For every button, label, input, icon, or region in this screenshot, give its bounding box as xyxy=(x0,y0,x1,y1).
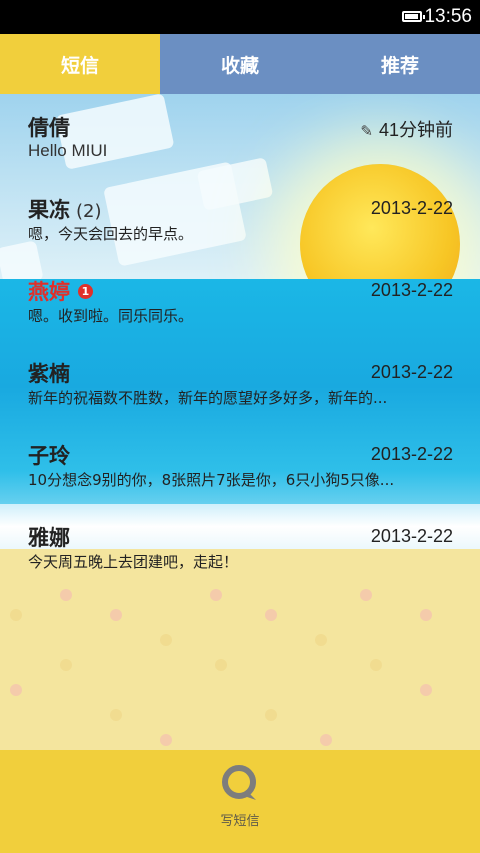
conversation-row[interactable]: 紫楠 2013-2-22 新年的祝福数不胜数，新年的愿望好多好多，新年的... xyxy=(0,340,480,422)
message-preview: 今天周五晚上去团建吧，走起！ xyxy=(28,553,239,571)
conversation-row[interactable]: 果冻 (2) 2013-2-22 嗯，今天会回去的早点。 xyxy=(0,176,480,258)
message-time: 2013-2-22 xyxy=(370,526,453,546)
message-preview: 嗯。收到啦。同乐同乐。 xyxy=(28,307,194,325)
conversation-row[interactable]: 倩倩 ✎ 41分钟前 Hello MIUI xyxy=(0,94,480,176)
speech-bubble-icon xyxy=(222,765,256,800)
compose-message-button[interactable]: 写短信 xyxy=(200,760,280,846)
bottom-bar: 写短信 xyxy=(0,750,480,853)
message-preview: Hello MIUI xyxy=(28,141,108,160)
conversation-row[interactable]: 燕婷 1 2013-2-22 嗯。收到啦。同乐同乐。 xyxy=(0,258,480,340)
message-preview: 嗯，今天会回去的早点。 xyxy=(28,225,194,243)
contact-name-text: 果冻 xyxy=(28,198,70,222)
time-label: 41分钟前 xyxy=(378,120,453,140)
message-time: 2013-2-22 xyxy=(370,280,453,300)
message-time: 2013-2-22 xyxy=(370,444,453,464)
message-time: ✎ 41分钟前 xyxy=(360,116,453,142)
tab-bar: 短信 收藏 推荐 xyxy=(0,34,480,94)
message-list: 倩倩 ✎ 41分钟前 Hello MIUI 果冻 (2) 2013-2-22 嗯，今… xyxy=(0,94,480,586)
unread-badge: 1 xyxy=(78,284,93,299)
conversation-row[interactable]: 雅娜 2013-2-22 今天周五晚上去团建吧，走起！ xyxy=(0,504,480,586)
contact-name: 子玲 xyxy=(28,444,70,468)
message-preview: 新年的祝福数不胜数，新年的愿望好多好多，新年的... xyxy=(28,389,388,407)
compose-label: 写短信 xyxy=(220,814,260,829)
contact-name-text: 燕婷 xyxy=(28,280,70,304)
message-time: 2013-2-22 xyxy=(370,362,453,382)
contact-name: 果冻 (2) xyxy=(28,194,102,224)
message-time: 2013-2-22 xyxy=(370,198,453,218)
pencil-icon: ✎ xyxy=(360,123,373,140)
message-preview: 10分想念9别的你，8张照片7张是你，6只小狗5只像... xyxy=(28,471,395,489)
status-bar: 13:56 xyxy=(0,0,480,34)
battery-icon xyxy=(402,11,425,22)
message-count: (2) xyxy=(76,201,102,222)
contact-name: 紫楠 xyxy=(28,362,70,386)
contact-name: 燕婷 1 xyxy=(28,276,93,306)
tab-favorites[interactable]: 收藏 xyxy=(160,34,320,94)
contact-name: 雅娜 xyxy=(28,526,70,550)
tab-messages[interactable]: 短信 xyxy=(0,34,160,94)
contact-name: 倩倩 xyxy=(28,116,70,140)
conversation-row[interactable]: 子玲 2013-2-22 10分想念9别的你，8张照片7张是你，6只小狗5只像.… xyxy=(0,422,480,504)
status-time: 13:56 xyxy=(424,6,472,27)
tab-recommended[interactable]: 推荐 xyxy=(320,34,480,94)
